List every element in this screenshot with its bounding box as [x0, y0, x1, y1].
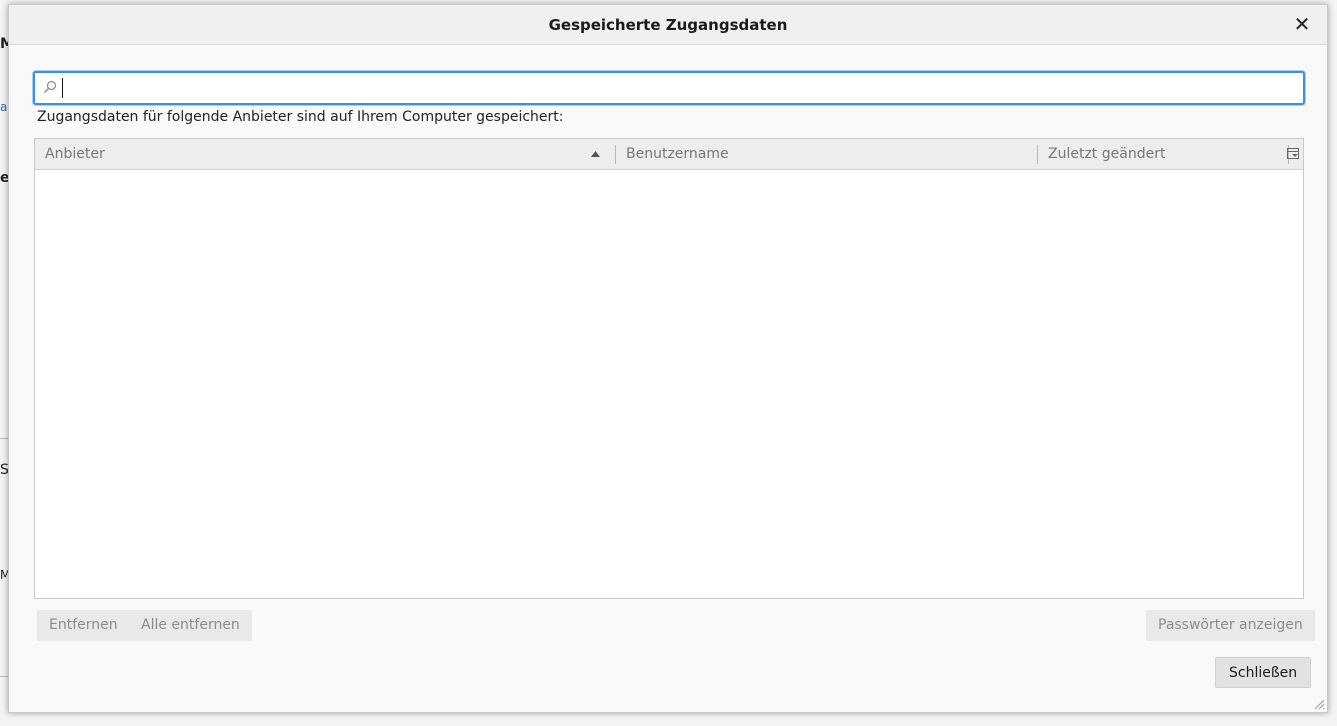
search-field[interactable] — [33, 71, 1305, 105]
text-caret — [62, 78, 63, 98]
logins-table: Anbieter Benutzername Zuletzt geändert — [34, 138, 1304, 599]
dialog-titlebar: Gespeicherte Zugangsdaten ✕ — [9, 5, 1327, 45]
table-body[interactable] — [35, 170, 1303, 598]
column-picker-icon[interactable] — [1287, 148, 1299, 160]
show-passwords-button[interactable]: Passwörter anzeigen — [1146, 610, 1315, 641]
close-button[interactable]: Schließen — [1215, 657, 1312, 688]
remove-button[interactable]: Entfernen — [37, 610, 130, 641]
resize-grip-icon[interactable] — [1313, 698, 1325, 710]
background-divider — [0, 676, 8, 677]
intro-text: Zugangsdaten für folgende Anbieter sind … — [37, 109, 564, 125]
search-icon — [44, 80, 57, 93]
search-input[interactable] — [61, 76, 1301, 102]
close-icon[interactable]: ✕ — [1291, 13, 1313, 35]
column-header-provider[interactable]: Anbieter — [35, 139, 615, 169]
remove-all-button[interactable]: Alle entfernen — [129, 610, 252, 641]
saved-logins-dialog: Gespeicherte Zugangsdaten ✕ Zugangsdaten… — [8, 4, 1328, 713]
table-header: Anbieter Benutzername Zuletzt geändert — [35, 139, 1303, 170]
sort-ascending-icon — [591, 151, 600, 157]
background-divider — [0, 438, 8, 439]
column-header-last-changed[interactable]: Zuletzt geändert — [1038, 139, 1288, 169]
column-header-username[interactable]: Benutzername — [616, 139, 1037, 169]
dialog-title: Gespeicherte Zugangsdaten — [548, 16, 788, 34]
